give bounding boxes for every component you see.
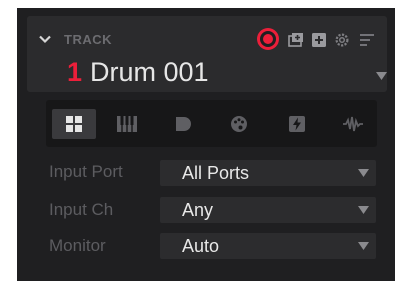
- tab-audio[interactable]: [331, 109, 375, 139]
- input-ch-value: Any: [182, 200, 214, 220]
- plugin-icon: [176, 117, 191, 131]
- pad-grid-icon: [66, 116, 82, 132]
- lightning-icon: [289, 116, 305, 132]
- add-plus-icon[interactable]: [311, 32, 327, 48]
- keyboard-icon: [117, 116, 137, 132]
- track-header: TRACK 1 Drum 001: [27, 16, 387, 92]
- monitor-value: Auto: [182, 236, 220, 256]
- record-arm-button[interactable]: [257, 28, 279, 50]
- input-port-label: Input Port: [49, 162, 123, 181]
- track-number: 1: [67, 57, 83, 87]
- monitor-select[interactable]: Auto: [160, 233, 376, 259]
- tab-keys[interactable]: [105, 109, 149, 139]
- input-port-select[interactable]: All Ports: [160, 160, 376, 186]
- tab-color[interactable]: [217, 109, 261, 139]
- add-track-icon[interactable]: [288, 32, 304, 48]
- chevron-down-icon: [358, 206, 369, 214]
- palette-icon: [231, 116, 247, 132]
- menu-lines-icon[interactable]: [359, 32, 375, 48]
- track-name[interactable]: Drum 001: [90, 59, 209, 86]
- tab-fx[interactable]: [275, 109, 319, 139]
- track-name-dropdown-icon[interactable]: [376, 72, 387, 80]
- input-ch-select[interactable]: Any: [160, 197, 376, 223]
- view-tab-bar: [46, 100, 377, 147]
- monitor-label: Monitor: [49, 236, 106, 255]
- collapse-chevron-icon[interactable]: [39, 35, 51, 44]
- tab-plugin[interactable]: [161, 109, 205, 139]
- chevron-down-icon: [358, 242, 369, 250]
- chevron-down-icon: [358, 169, 369, 177]
- tab-pads[interactable]: [52, 109, 96, 139]
- input-ch-label: Input Ch: [49, 200, 114, 219]
- waveform-icon: [343, 116, 363, 132]
- input-port-value: All Ports: [182, 163, 250, 183]
- section-label: TRACK: [64, 32, 112, 47]
- settings-gear-icon[interactable]: [334, 32, 350, 48]
- track-inspector-panel: TRACK 1 Drum 001 Input Port All Ports In…: [17, 8, 395, 281]
